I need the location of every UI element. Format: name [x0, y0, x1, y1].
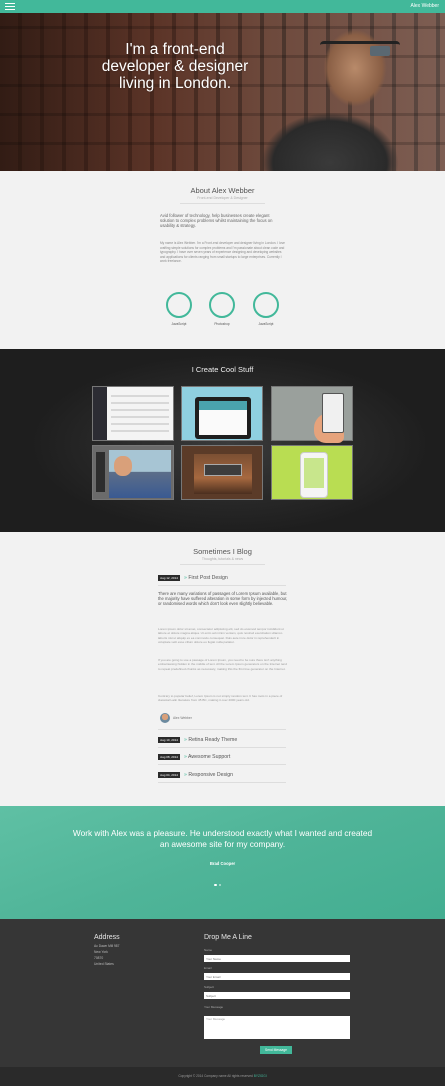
hero-person-photo: [235, 13, 415, 171]
carousel-dot[interactable]: [214, 883, 217, 886]
thumbnail-row: [111, 409, 169, 411]
copyright-text: Copyright © 2014 Company name All rights…: [0, 1074, 445, 1078]
carousel-dot[interactable]: [218, 883, 221, 886]
page: Alex Webber I'm a front-end developer & …: [0, 0, 445, 1086]
portfolio-title: I Create Cool Stuff: [191, 365, 254, 374]
top-navbar: Alex Webber: [0, 0, 445, 13]
portfolio-item-dashboard[interactable]: [92, 386, 174, 441]
hamburger-menu-icon[interactable]: [5, 3, 15, 10]
testimonial-quote: Work with Alex was a pleasure. He unders…: [72, 828, 373, 849]
author-avatar: [160, 713, 170, 723]
about-subtitle: Front-end Developer & Designer: [197, 196, 248, 200]
blog-title: Sometimes I Blog: [193, 547, 252, 556]
subject-input[interactable]: [204, 992, 350, 999]
address-line: New York: [94, 950, 108, 954]
thumbnail-sidebar: [93, 387, 107, 440]
post-title-link[interactable]: Responsive Design: [184, 772, 233, 778]
portfolio-item-tablet-app[interactable]: [181, 386, 263, 441]
address-line: United States: [94, 962, 114, 966]
message-label: Your Message: [204, 1005, 224, 1009]
address-line: Ac Dawn Mill 987: [94, 944, 120, 948]
copyright-prefix: Copyright © 2014 Company name All rights…: [178, 1074, 253, 1078]
portrait-face: [114, 456, 132, 476]
copyright-credit-link[interactable]: BYZIGGI: [254, 1074, 267, 1078]
blog-section: Sometimes I Blog Thoughts, tutorials & n…: [0, 532, 445, 806]
about-section: About Alex Webber Front-end Developer & …: [0, 171, 445, 349]
blog-divider: [180, 564, 265, 565]
contact-form-heading: Drop Me A Line: [204, 934, 252, 941]
post-divider: [158, 764, 286, 765]
author-name: Alex Webber: [173, 716, 192, 720]
thumbnail-row: [111, 423, 169, 425]
tablet-screen: [199, 401, 247, 435]
post-lead: There are many variations of passages of…: [158, 591, 288, 607]
post-title-link[interactable]: Awesome Support: [184, 754, 230, 760]
portfolio-section: I Create Cool Stuff: [0, 349, 445, 532]
name-input[interactable]: [204, 955, 350, 962]
email-input[interactable]: [204, 973, 350, 980]
phone-image: [300, 452, 328, 498]
copyright-bar: Copyright © 2014 Company name All rights…: [0, 1067, 445, 1086]
skill-label: Photoshop: [214, 322, 230, 326]
post-paragraph: Contrary to popular belief, Lorem Ipsum …: [158, 694, 283, 703]
post-date-badge: Aug 10, 2014: [158, 737, 180, 743]
post-date-badge: Aug 08, 2014: [158, 754, 180, 760]
message-textarea[interactable]: Your Message: [204, 1016, 350, 1039]
footer: Address Ac Dawn Mill 987 New York 70870 …: [0, 919, 445, 1067]
skill-label: JavaScript: [258, 322, 274, 326]
post-date-badge: Aug 12, 2014: [158, 575, 180, 581]
portfolio-item-restaurant-site[interactable]: [181, 445, 263, 500]
top-nav-link[interactable]: Alex Webber: [410, 3, 439, 9]
post-paragraph: Lorem ipsum dolor sit amet, consectetur …: [158, 627, 284, 644]
testimonial-author: Brad Cooper: [209, 861, 236, 866]
post-divider: [158, 782, 286, 783]
subject-label: Subject: [204, 985, 215, 989]
send-message-button[interactable]: Send Message: [260, 1046, 292, 1054]
portfolio-item-green-mobile[interactable]: [271, 445, 353, 500]
post-divider: [158, 729, 286, 730]
post-date-badge: Aug 04, 2014: [158, 772, 180, 778]
about-divider: [180, 203, 265, 204]
blog-subtitle: Thoughts, tutorials & news: [201, 557, 244, 561]
portfolio-item-mobile-hand[interactable]: [271, 386, 353, 443]
post-title-link[interactable]: Retina Ready Theme: [184, 737, 237, 743]
address-line: 70870: [94, 956, 104, 960]
about-lead: Avid follower of technology, help busine…: [160, 213, 273, 229]
skill-ring-javascript: [166, 292, 192, 318]
post-divider: [158, 585, 286, 586]
post-paragraph: If you are going to use a passage of Lor…: [158, 658, 287, 671]
thumbnail-row: [111, 395, 169, 397]
phone-image: [322, 393, 344, 433]
thumbnail-row: [111, 416, 169, 418]
email-label: Email: [204, 966, 212, 970]
overlay-card: [204, 464, 242, 476]
address-heading: Address: [94, 934, 120, 941]
about-text: My name is Alex Webber. I'm a Front-end …: [160, 241, 285, 264]
tablet-header-band: [199, 401, 247, 410]
tablet-image: [195, 397, 251, 439]
testimonial-section: Work with Alex was a pleasure. He unders…: [0, 806, 445, 919]
thumbnail-sidebar: [96, 452, 105, 492]
name-label: Name: [204, 948, 213, 952]
hero-title: I'm a front-end developer & designer liv…: [101, 41, 249, 92]
skill-label: JavaScript: [171, 322, 187, 326]
post-divider: [158, 747, 286, 748]
portfolio-item-profile-photo[interactable]: [92, 445, 174, 500]
skill-ring-javascript: [253, 292, 279, 318]
post-title-link[interactable]: First Post Design: [184, 575, 228, 581]
smart-glasses-image: [320, 41, 400, 58]
thumbnail-row: [111, 402, 169, 404]
hero-banner: I'm a front-end developer & designer liv…: [0, 13, 445, 171]
about-title: About Alex Webber: [190, 186, 255, 195]
carousel-dots: [214, 873, 234, 886]
skill-ring-photoshop: [209, 292, 235, 318]
phone-screen: [304, 458, 324, 488]
thumbnail-row: [111, 430, 169, 432]
